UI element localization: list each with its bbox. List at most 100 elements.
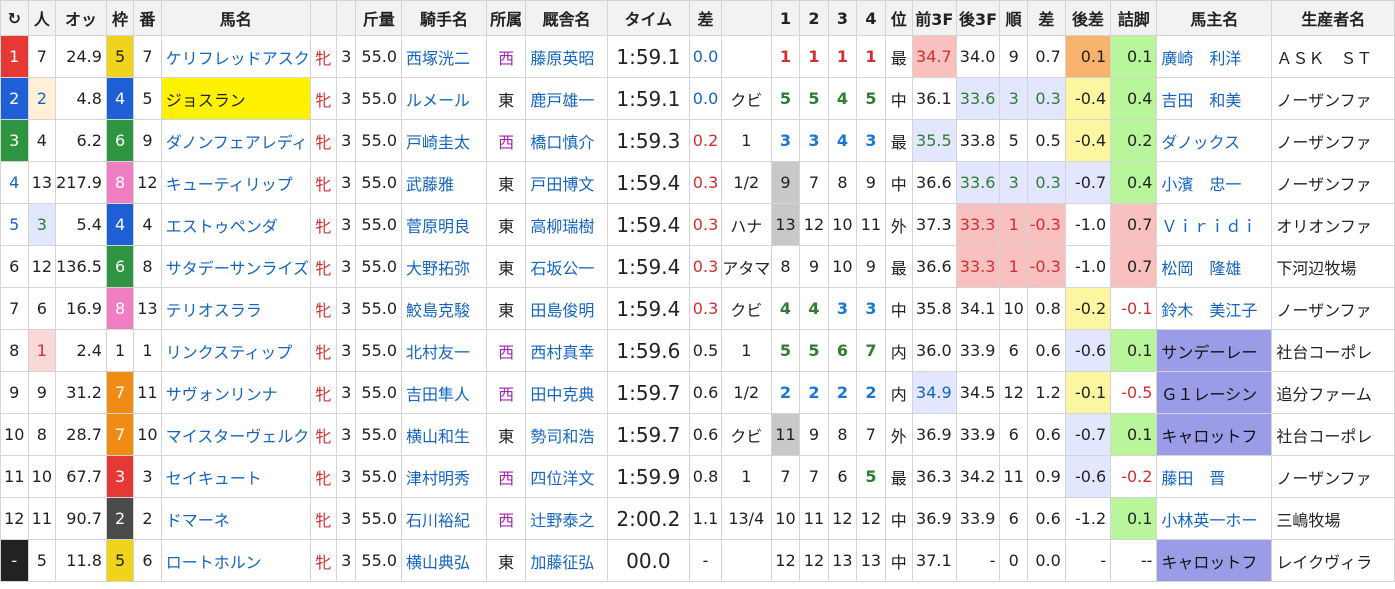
jockey-link[interactable]: 吉田隼人 [401,371,487,414]
jockey-link[interactable]: 戸崎圭太 [401,119,487,162]
owner-link[interactable]: Ｇ１レーシン [1156,371,1273,414]
jockey-link[interactable]: 菅原明良 [401,203,487,246]
horse-name-link[interactable]: サヴォンリンナ [160,371,311,414]
weight-cell: 55.0 [355,371,403,414]
trainer-link[interactable]: 四位洋文 [525,455,608,498]
rank-cell: 1 [0,35,29,78]
position-cell: 中 [884,77,913,120]
sex-cell: 牝 [309,245,338,288]
owner-link[interactable]: 小林英一ホー [1156,497,1273,540]
corner1-cell: 12 [770,539,801,582]
owner-link[interactable]: 小濱 忠一 [1156,161,1273,204]
ninki-cell: 10 [27,455,57,498]
table-row: 1 7 24.9 5 7 ケリフレッドアスク牝 3 55.0 西塚洸二西藤原英昭 1:59.1 0.… [0,35,1395,78]
owner-link[interactable]: 鈴木 美江子 [1156,287,1273,330]
jockey-link[interactable]: 北村友一 [401,329,487,372]
jockey-link[interactable]: ルメール [401,77,487,120]
trainer-link[interactable]: 藤原英昭 [525,35,608,78]
table-row: 7 6 16.9 8 13 テリオスララ牝 3 55.0 鮫島克駿東田島俊明 1:59.4 0.3 ク… [0,287,1395,330]
ban-cell: 5 [133,77,162,120]
horse-name-link[interactable]: テリオスララ [160,287,311,330]
order-header: 順 [999,0,1028,36]
ato-sa-cell: -0.1 [1064,371,1112,414]
horse-name-link[interactable]: マイスターヴェルク [160,413,311,456]
horse-name-link[interactable]: ロートホルン [160,539,311,582]
owner-link[interactable]: Ｖｉｒｉｄｉ [1156,203,1273,246]
horse-name-header: 馬名 [160,0,311,36]
horse-name-link[interactable]: ドマーネ [160,497,311,540]
waku-cell: 5 [105,539,135,582]
waku-cell: 6 [105,119,135,162]
horse-name-link[interactable]: ジョスラン [160,77,311,120]
jockey-link[interactable]: 横山典弘 [401,539,487,582]
order-cell: 5 [999,119,1028,162]
horse-name-link[interactable]: リンクスティップ [160,329,311,372]
corner3-cell: 1 [827,35,858,78]
jockey-link[interactable]: 西塚洸二 [401,35,487,78]
jockey-link[interactable]: 横山和生 [401,413,487,456]
owner-link[interactable]: キャロットフ [1156,413,1273,456]
margin-cell [720,539,772,582]
owner-link[interactable]: 藤田 晋 [1156,455,1273,498]
last3f-cell: 33.3 [955,203,1001,246]
jockey-link[interactable]: 鮫島克駿 [401,287,487,330]
jockey-link[interactable]: 石川裕紀 [401,497,487,540]
refresh-icon[interactable]: ↻ [0,0,29,36]
waku-header: 枠 [105,0,135,36]
trainer-link[interactable]: 石坂公一 [525,245,608,288]
diff-cell: 0.3 [689,287,722,330]
position-cell: 最 [884,35,913,78]
trainer-link[interactable]: 田中克典 [525,371,608,414]
trainer-link[interactable]: 加藤征弘 [525,539,608,582]
horse-name-link[interactable]: セイキュート [160,455,311,498]
owner-link[interactable]: キャロットフ [1156,539,1273,582]
corner4-cell: 3 [856,119,886,162]
jockey-link[interactable]: 武藤雅 [401,161,487,204]
corner1-cell: 8 [770,245,801,288]
weight-header: 斤量 [355,0,403,36]
sex-cell: 牝 [309,497,338,540]
trainer-link[interactable]: 西村真幸 [525,329,608,372]
owner-link[interactable]: 吉田 和美 [1156,77,1273,120]
trainer-link[interactable]: 高柳瑞樹 [525,203,608,246]
odds-cell: 6.2 [55,119,107,162]
time-cell: 1:59.1 [606,77,691,120]
jockey-link[interactable]: 大野拓弥 [401,245,487,288]
diff-cell: 0.5 [689,329,722,372]
age-cell: 3 [336,119,357,162]
affiliation-cell: 東 [485,245,527,288]
diff-cell: 0.0 [689,77,722,120]
trainer-link[interactable]: 橋口慎介 [525,119,608,162]
margin-cell: 1 [720,329,772,372]
trainer-link[interactable]: 鹿戸雄一 [525,77,608,120]
trainer-link[interactable]: 辻野泰之 [525,497,608,540]
corner1-cell: 9 [770,161,801,204]
corner4-cell: 3 [856,287,886,330]
first3f-cell: 36.3 [911,455,957,498]
horse-name-link[interactable]: エストゥペンダ [160,203,311,246]
trainer-link[interactable]: 戸田博文 [525,161,608,204]
owner-link[interactable]: サンデーレー [1156,329,1273,372]
horse-name-link[interactable]: ケリフレッドアスク [160,35,311,78]
first3f-header: 前3F [911,0,957,36]
ato-sa-cell: 0.1 [1064,35,1112,78]
last3f-cell: - [955,539,1001,582]
margin-cell: ハナ [720,203,772,246]
owner-link[interactable]: 松岡 隆雄 [1156,245,1273,288]
time-cell: 2:00.2 [606,497,691,540]
horse-name-link[interactable]: ダノンフェアレディ [160,119,311,162]
last3f-diff-cell: 0.9 [1026,455,1066,498]
trainer-link[interactable]: 田島俊明 [525,287,608,330]
owner-link[interactable]: ダノックス [1156,119,1273,162]
diff-cell: 0.3 [689,245,722,288]
horse-name-link[interactable]: サタデーサンライズ [160,245,311,288]
ato-sa-cell: -0.6 [1064,329,1112,372]
rank-cell: - [0,539,29,582]
horse-name-link[interactable]: キューティリップ [160,161,311,204]
owner-link[interactable]: 廣崎 利洋 [1156,35,1273,78]
age-cell: 3 [336,413,357,456]
margin-cell: 1/2 [720,371,772,414]
jockey-link[interactable]: 津村明秀 [401,455,487,498]
trainer-link[interactable]: 勢司和浩 [525,413,608,456]
ban-cell: 8 [133,245,162,288]
